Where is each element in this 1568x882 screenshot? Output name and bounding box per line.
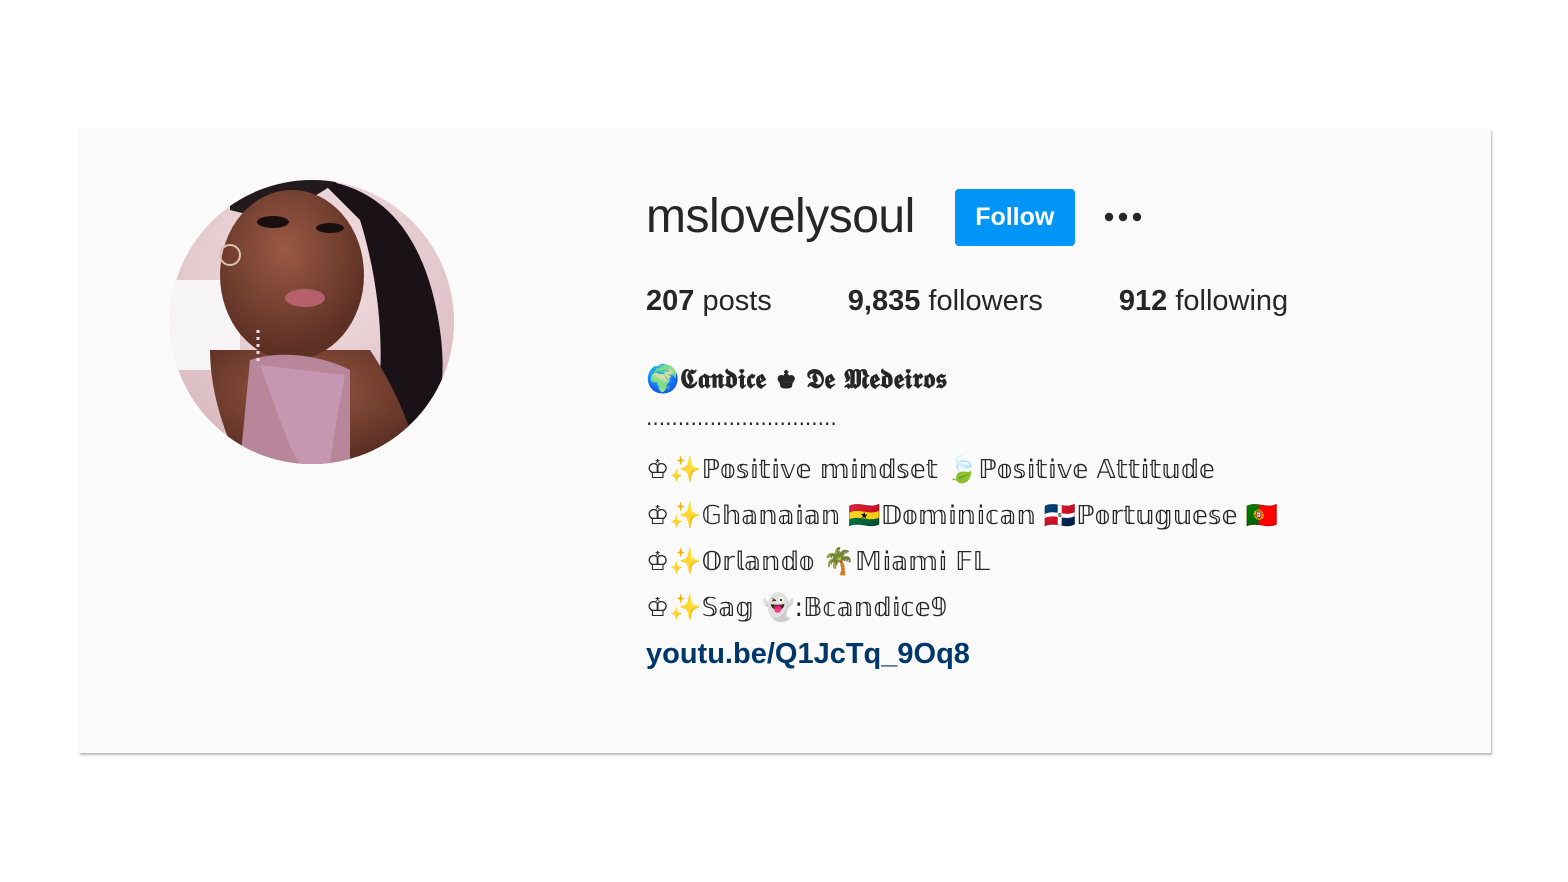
posts-count: 207	[646, 285, 695, 317]
username: mslovelysoul	[646, 190, 915, 243]
following-count: 912	[1118, 285, 1168, 317]
posts-stat: 207 posts	[646, 281, 772, 321]
bio-line: ♔✨𝕆𝕣𝕝𝕒𝕟𝕕𝕠 🌴𝕄𝕚𝕒𝕞𝕚 𝔽𝕃	[646, 547, 990, 577]
profile-header-row: mslovelysoul Follow	[646, 187, 1466, 247]
profile-bio: 🌍𝕮𝖆𝖓𝖉𝖎𝖈𝖊 ♚ 𝕯𝖊 𝕸𝖊𝖉𝖊𝖎𝖗𝖔𝖘 .................…	[646, 357, 1466, 677]
profile-photo	[170, 180, 454, 464]
more-options-icon	[1104, 212, 1141, 222]
bio-line: ♔✨𝕊𝕒𝕘 👻:𝔹𝕔𝕒𝕟𝕕𝕚𝕔𝕖𝟡	[646, 593, 948, 623]
followers-count: 9,835	[847, 285, 921, 317]
following-label: following	[1175, 285, 1289, 317]
following-stat[interactable]: 912 following	[1119, 281, 1288, 321]
bio-divider: ..............................	[646, 406, 837, 430]
profile-info: mslovelysoul Follow 207 posts 9,835 foll…	[646, 187, 1466, 677]
bio-line: ♔✨𝔾𝕙𝕒𝕟𝕒𝕚𝕒𝕟 🇬🇭𝔻𝕠𝕞𝕚𝕟𝕚𝕔𝕒𝕟 🇩🇴ℙ𝕠𝕣𝕥𝕦𝕘𝕦𝕖𝕤𝕖 🇵🇹	[646, 501, 1279, 531]
bio-external-link[interactable]: youtu.be/Q1JcTq_9Oq8	[646, 631, 1466, 677]
posts-label: posts	[702, 285, 772, 317]
followers-stat[interactable]: 9,835 followers	[848, 281, 1043, 321]
more-options-button[interactable]	[1101, 195, 1145, 239]
bio-display-name: 🌍𝕮𝖆𝖓𝖉𝖎𝖈𝖊 ♚ 𝕯𝖊 𝕸𝖊𝖉𝖊𝖎𝖗𝖔𝖘	[646, 364, 948, 395]
follow-button[interactable]: Follow	[954, 188, 1075, 246]
bio-line: ♔✨ℙ𝕠𝕤𝕚𝕥𝕚𝕧𝕖 𝕞𝕚𝕟𝕕𝕤𝕖𝕥 🍃ℙ𝕠𝕤𝕚𝕥𝕚𝕧𝕖 𝔸𝕥𝕥𝕚𝕥𝕦𝕕𝕖	[646, 455, 1215, 485]
profile-stats: 207 posts 9,835 followers 912 following	[646, 281, 1466, 321]
followers-label: followers	[928, 285, 1043, 317]
profile-header-card: mslovelysoul Follow 207 posts 9,835 foll…	[79, 129, 1491, 753]
profile-avatar[interactable]	[170, 180, 454, 464]
